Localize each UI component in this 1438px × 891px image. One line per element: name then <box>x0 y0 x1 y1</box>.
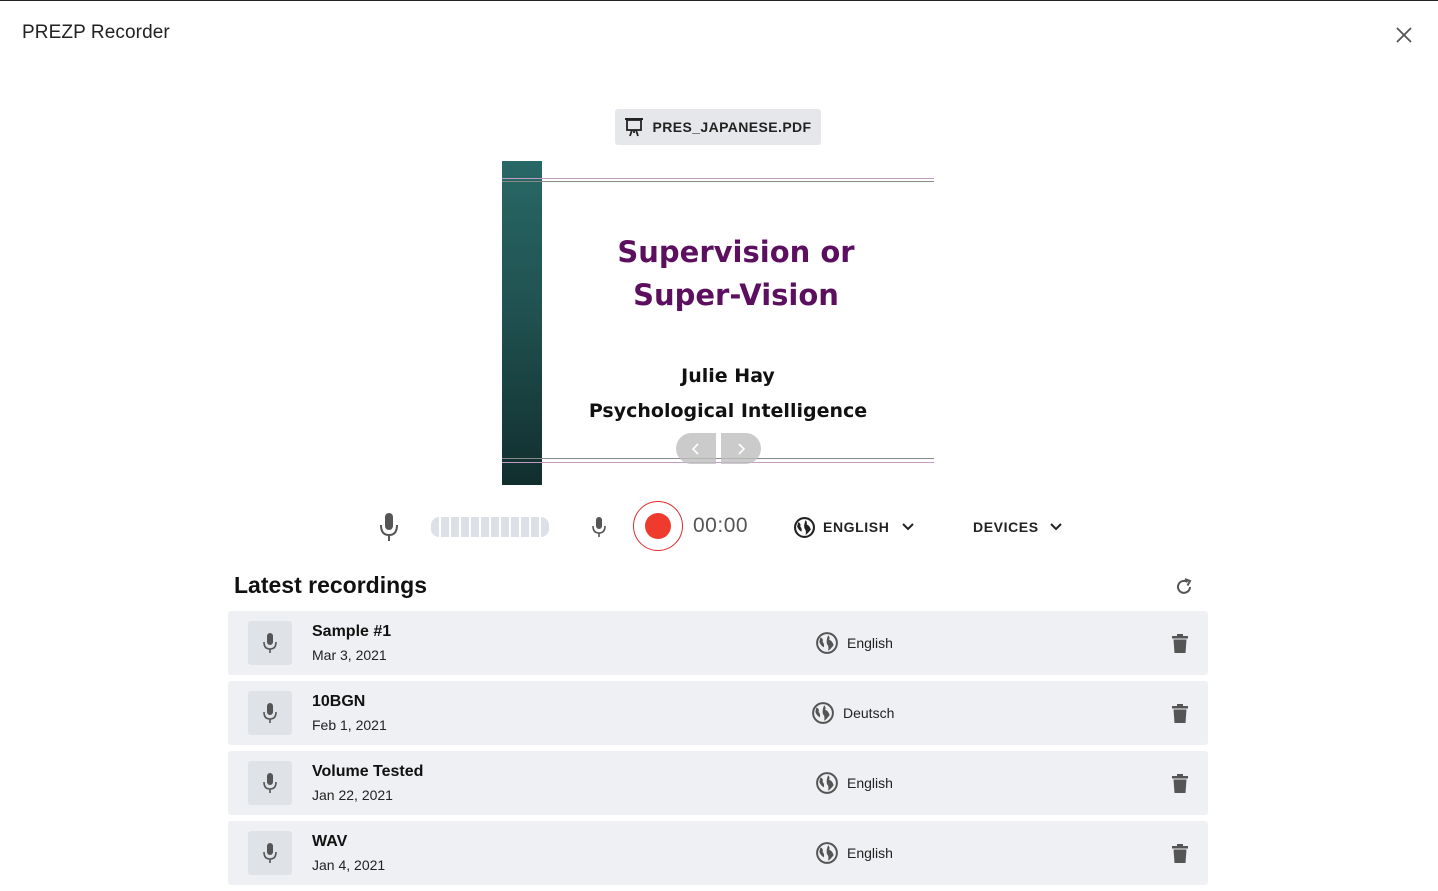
recording-name: 10BGN <box>312 693 366 710</box>
recording-date: Mar 3, 2021 <box>312 647 387 663</box>
slide-title-line-1: Supervision or <box>617 235 855 269</box>
recording-play-button[interactable] <box>248 621 292 665</box>
delete-recording-button[interactable] <box>1168 841 1192 865</box>
trash-icon <box>1172 703 1188 723</box>
trash-icon <box>1172 843 1188 863</box>
level-segment <box>471 517 479 537</box>
recordings-list: Sample #1 Mar 3, 2021 English 10BGN Feb … <box>228 611 1208 891</box>
level-segment <box>431 517 439 537</box>
slide-rule-bottom-1 <box>502 458 934 459</box>
level-segment <box>511 517 519 537</box>
chevron-right-icon <box>738 442 746 455</box>
refresh-recordings-button[interactable] <box>1172 575 1196 599</box>
record-dot-icon <box>645 513 671 539</box>
level-segment <box>481 517 489 537</box>
slide-title-line-2: Super-Vision <box>633 278 839 312</box>
next-slide-button[interactable] <box>721 433 761 464</box>
record-button[interactable] <box>633 501 683 551</box>
chevron-down-icon <box>902 523 915 531</box>
globe-icon <box>816 772 838 794</box>
globe-icon <box>816 632 838 654</box>
slide-rule-top-1 <box>502 178 934 179</box>
recording-timer: 00:00 <box>693 514 749 537</box>
recording-date: Feb 1, 2021 <box>312 717 387 733</box>
recording-name: WAV <box>312 833 348 850</box>
recording-row[interactable]: Sample #1 Mar 3, 2021 English <box>228 611 1208 675</box>
level-segment <box>491 517 499 537</box>
language-dropdown[interactable]: ENGLISH <box>794 515 915 539</box>
chevron-left-icon <box>691 442 699 455</box>
chevron-down-icon <box>1049 523 1062 531</box>
microphone-icon <box>263 843 277 863</box>
globe-icon <box>812 702 834 724</box>
slide-preview: Supervision or Super-Vision Julie Hay Ps… <box>502 161 934 485</box>
recording-row[interactable]: WAV Jan 4, 2021 English <box>228 821 1208 885</box>
level-segment <box>531 517 539 537</box>
close-button[interactable] <box>1391 22 1417 48</box>
delete-recording-button[interactable] <box>1168 701 1192 725</box>
slide-title: Supervision or Super-Vision <box>562 231 910 317</box>
slide-author-block: Julie Hay Psychological Intelligence <box>562 359 894 429</box>
delete-recording-button[interactable] <box>1168 771 1192 795</box>
app-title: PREZP Recorder <box>22 22 170 43</box>
presentation-icon <box>625 118 644 137</box>
slide-author: Julie Hay <box>681 365 775 387</box>
recording-play-button[interactable] <box>248 691 292 735</box>
level-segment <box>441 517 449 537</box>
mic-test-button[interactable] <box>590 516 608 538</box>
recording-language-label: English <box>847 845 893 861</box>
level-segment <box>501 517 509 537</box>
refresh-icon <box>1177 578 1192 594</box>
delete-recording-button[interactable] <box>1168 631 1192 655</box>
recording-language: English <box>816 771 893 795</box>
slide-rule-bottom-2 <box>502 462 934 463</box>
recording-name: Sample #1 <box>312 623 392 640</box>
language-dropdown-label: ENGLISH <box>823 519 890 535</box>
devices-dropdown-label: DEVICES <box>973 519 1039 535</box>
level-segment <box>461 517 469 537</box>
microphone-icon <box>263 773 277 793</box>
recording-language: English <box>816 631 893 655</box>
globe-icon <box>794 516 815 538</box>
microphone-icon <box>263 633 277 653</box>
recording-date: Jan 4, 2021 <box>312 857 386 873</box>
input-microphone-button[interactable] <box>377 512 401 542</box>
slide-organization: Psychological Intelligence <box>588 400 868 422</box>
window-top-border <box>0 0 1438 1</box>
close-icon <box>1396 27 1412 43</box>
recording-play-button[interactable] <box>248 761 292 805</box>
recording-row[interactable]: Volume Tested Jan 22, 2021 English <box>228 751 1208 815</box>
microphone-icon <box>380 513 398 541</box>
recording-language-label: English <box>847 635 893 651</box>
microphone-icon <box>592 517 606 537</box>
presentation-file-name: PRES_JAPANESE.PDF <box>652 119 812 135</box>
level-segment <box>451 517 459 537</box>
trash-icon <box>1172 633 1188 653</box>
slide-side-bar <box>502 161 542 485</box>
devices-dropdown[interactable]: DEVICES <box>973 515 1063 539</box>
presentation-file-chip[interactable]: PRES_JAPANESE.PDF <box>615 109 821 145</box>
previous-slide-button[interactable] <box>676 433 716 464</box>
recorder-controls: 00:00 ENGLISH DEVICES <box>0 500 1438 554</box>
globe-icon <box>816 842 838 864</box>
recording-language: English <box>816 841 893 865</box>
audio-level-meter <box>431 517 549 537</box>
slide-rule-top-2 <box>502 181 934 182</box>
trash-icon <box>1172 773 1188 793</box>
microphone-icon <box>263 703 277 723</box>
recording-date: Jan 22, 2021 <box>312 787 393 803</box>
recording-name: Volume Tested <box>312 763 424 780</box>
latest-recordings-heading: Latest recordings <box>234 572 427 598</box>
level-segment <box>541 517 549 537</box>
recording-play-button[interactable] <box>248 831 292 875</box>
level-segment <box>521 517 529 537</box>
recording-language: Deutsch <box>812 701 894 725</box>
recording-language-label: English <box>847 775 893 791</box>
recording-language-label: Deutsch <box>843 705 895 721</box>
recording-row[interactable]: 10BGN Feb 1, 2021 Deutsch <box>228 681 1208 745</box>
